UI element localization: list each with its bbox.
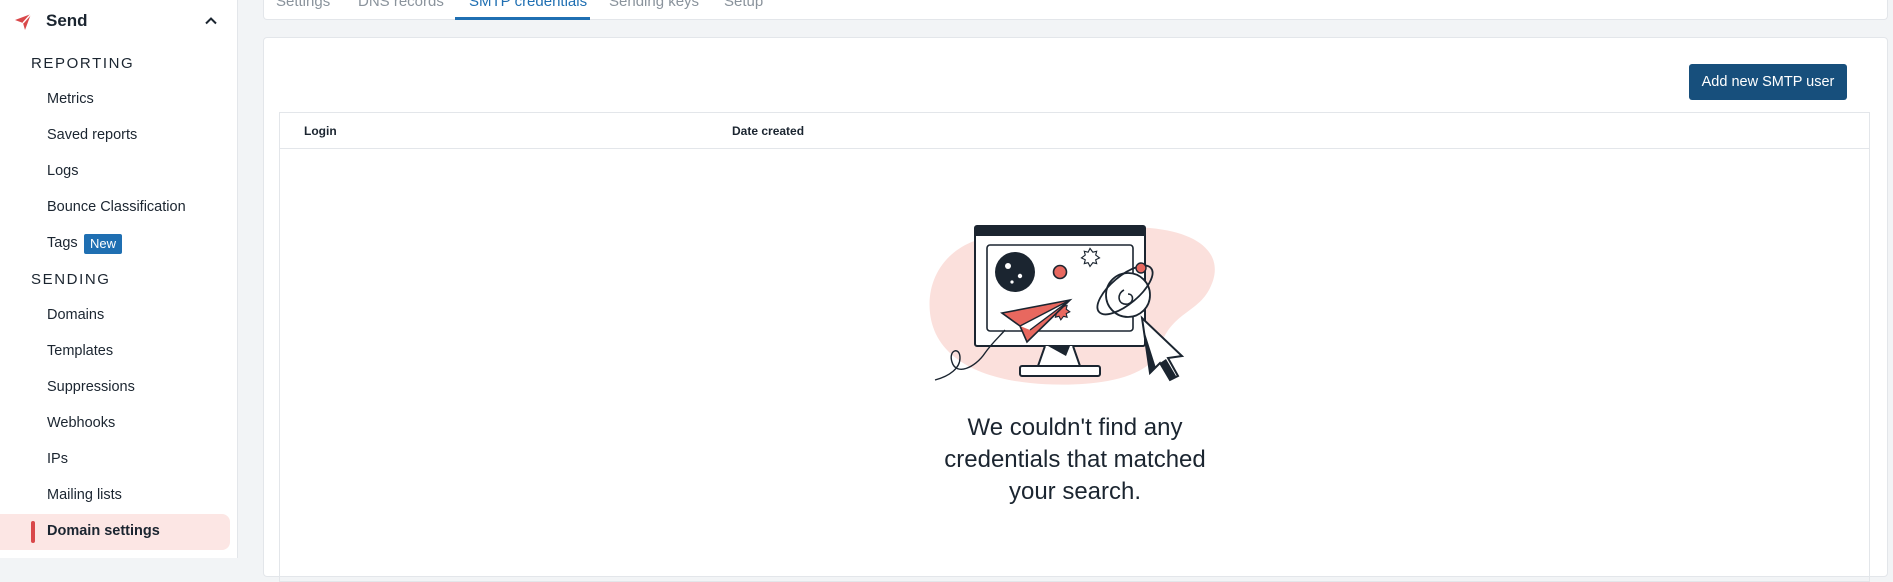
sidebar-item-label: Domains	[47, 307, 105, 323]
sidebar-item-label: Suppressions	[47, 379, 135, 395]
sidebar-item-label: IPs	[47, 451, 68, 467]
sidebar-item-metrics[interactable]: Metrics	[0, 82, 230, 118]
sidebar-item-label: Domain settings	[47, 523, 160, 539]
add-smtp-user-button[interactable]: Add new SMTP user	[1689, 64, 1847, 100]
sidebar-item-label: Webhooks	[47, 415, 116, 431]
sidebar-item-ips[interactable]: IPs	[0, 442, 230, 478]
sidebar-item-saved-reports[interactable]: Saved reports	[0, 118, 230, 154]
sidebar-item-domains[interactable]: Domains	[0, 298, 230, 334]
column-header-login[interactable]: Login	[304, 124, 337, 138]
chevron-up-icon[interactable]	[203, 13, 219, 29]
empty-state-message: We couldn't find any credentials that ma…	[944, 414, 1206, 505]
sidebar-item-mailing-lists[interactable]: Mailing lists	[0, 478, 230, 514]
sidebar-item-webhooks[interactable]: Webhooks	[0, 406, 230, 442]
monitor-paper-plane-illustration	[929, 225, 1215, 385]
sidebar-item-label: Tags	[47, 235, 78, 251]
sending-heading: SENDING	[31, 271, 111, 288]
sidebar-item-bounce-classification[interactable]: Bounce Classification	[0, 190, 230, 226]
sidebar-item-label: Templates	[47, 343, 114, 359]
sidebar-item-domain-settings[interactable]: Domain settings	[0, 514, 230, 550]
column-header-date-created[interactable]: Date created	[732, 124, 804, 138]
sidebar-item-label: Logs	[47, 163, 79, 179]
tab-settings[interactable]: Settings	[276, 0, 330, 10]
sidebar: Send REPORTING Metrics Saved reports Log…	[0, 0, 238, 558]
active-tab-indicator	[455, 17, 590, 20]
sidebar-item-suppressions[interactable]: Suppressions	[0, 370, 230, 406]
domain-tabs: Settings DNS records SMTP credentials Se…	[263, 0, 1888, 20]
sidebar-item-templates[interactable]: Templates	[0, 334, 230, 370]
paper-plane-icon	[15, 13, 32, 30]
tab-setup[interactable]: Setup	[724, 0, 763, 10]
new-badge: New	[84, 234, 123, 254]
sidebar-section-title: Send	[46, 11, 88, 30]
sidebar-item-tags[interactable]: Tags New	[0, 226, 230, 262]
sidebar-item-label: Saved reports	[47, 127, 138, 143]
tab-dns-records[interactable]: DNS records	[358, 0, 444, 10]
table-header: Login Date created	[280, 113, 1869, 149]
sidebar-item-logs[interactable]: Logs	[0, 154, 230, 190]
tab-sending-keys[interactable]: Sending keys	[609, 0, 699, 10]
tab-smtp-credentials[interactable]: SMTP credentials	[469, 0, 587, 10]
send-section-toggle[interactable]: Send	[0, 0, 238, 44]
reporting-heading: REPORTING	[31, 55, 135, 72]
sidebar-item-label: Mailing lists	[47, 487, 122, 503]
sidebar-item-label: Metrics	[47, 91, 94, 107]
sidebar-item-label: Bounce Classification	[47, 199, 186, 215]
